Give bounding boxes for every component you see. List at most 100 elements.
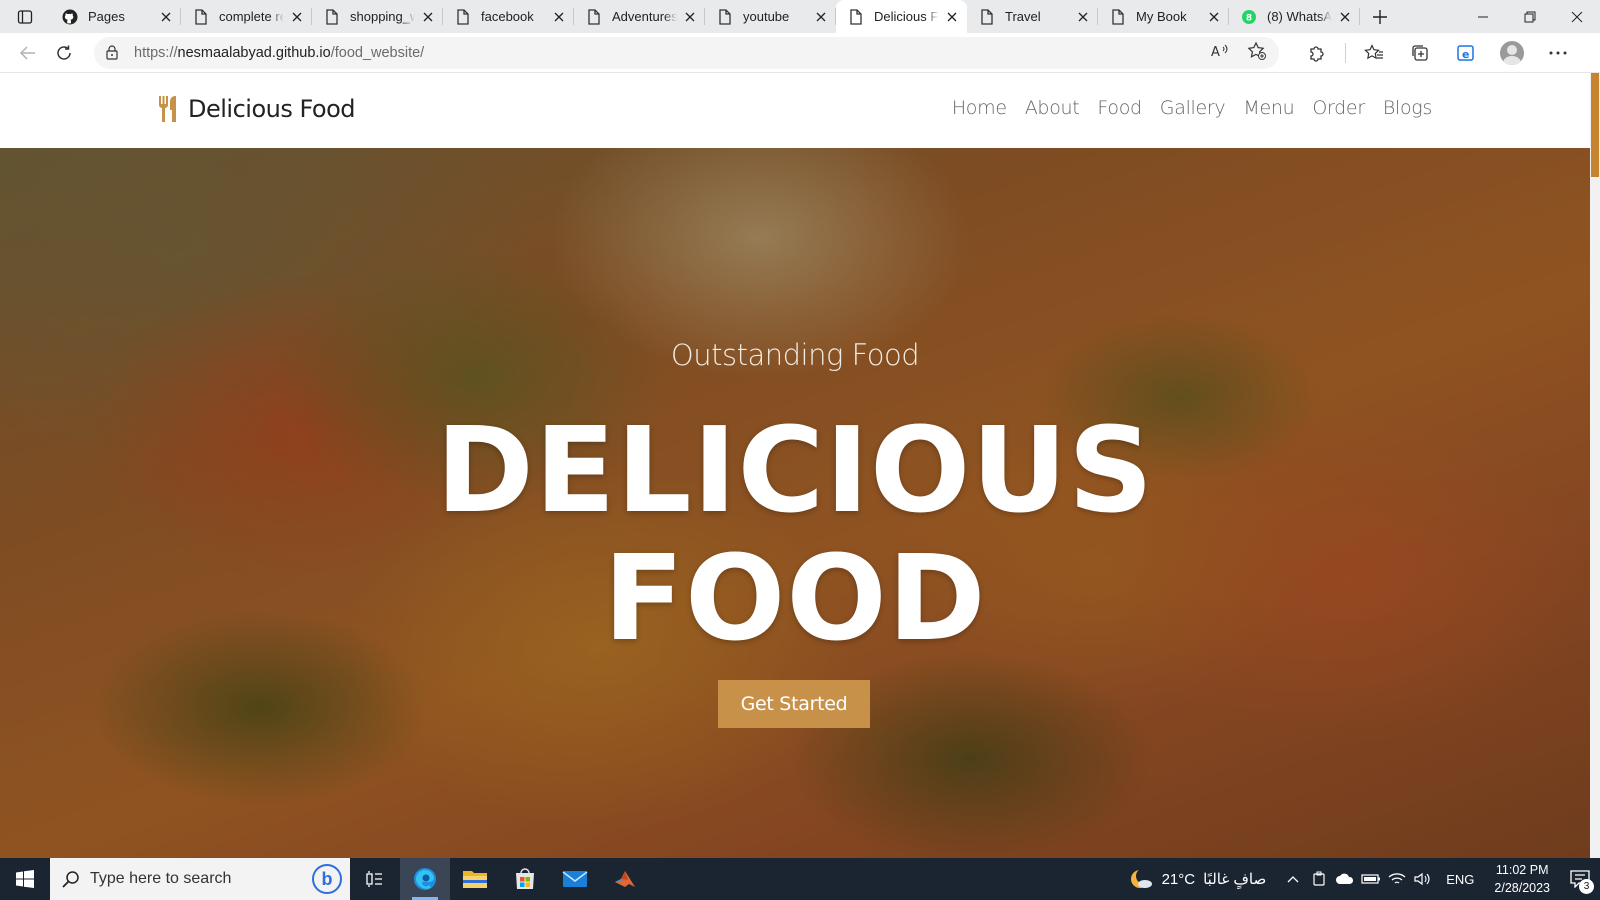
clock[interactable]: 11:02 PM 2/28/2023: [1494, 861, 1550, 897]
close-tab-icon[interactable]: [550, 8, 568, 26]
close-tab-icon[interactable]: [1074, 8, 1092, 26]
utensils-icon: [159, 96, 176, 122]
search-placeholder: Type here to search: [90, 870, 232, 887]
back-button[interactable]: [10, 37, 46, 69]
battery-icon[interactable]: [1359, 858, 1383, 900]
folder-icon: [463, 871, 487, 888]
more-options-icon: [1549, 51, 1567, 54]
page-icon: [848, 8, 864, 25]
weather-widget[interactable]: 21°C صافٍ غالبًا: [1128, 866, 1267, 892]
close-tab-icon[interactable]: [419, 8, 437, 26]
puzzle-icon: [1310, 45, 1324, 62]
tab-whatsapp[interactable]: 8 (8) WhatsAp: [1229, 0, 1360, 33]
show-hidden-icons-button[interactable]: [1281, 858, 1305, 900]
tab-facebook[interactable]: facebook: [443, 0, 574, 33]
nav-home[interactable]: Home: [952, 97, 1007, 119]
tab-adventures[interactable]: Adventures: [574, 0, 705, 33]
tab-title: My Book: [1136, 9, 1187, 24]
close-tab-icon[interactable]: [812, 8, 830, 26]
address-bar[interactable]: https://nesmaalabyad.github.io/food_webs…: [94, 36, 1279, 69]
page-icon: [979, 8, 995, 25]
nav-order[interactable]: Order: [1312, 97, 1365, 119]
taskbar-matlab[interactable]: [600, 858, 650, 900]
edge-browser-icon: [414, 868, 436, 890]
nav-gallery[interactable]: Gallery: [1160, 97, 1226, 119]
site-header: Delicious Food Home About Food Gallery M…: [0, 73, 1590, 148]
page-icon: [193, 8, 209, 25]
tab-travel[interactable]: Travel: [967, 0, 1098, 33]
minimize-button[interactable]: [1459, 0, 1506, 33]
settings-menu-button[interactable]: [1540, 37, 1576, 69]
hero-subtitle: Outstanding Food: [670, 338, 920, 372]
close-tab-icon[interactable]: [157, 8, 175, 26]
page-scrollbar[interactable]: [1590, 73, 1600, 858]
tab-my-book[interactable]: My Book: [1098, 0, 1229, 33]
favorites-button[interactable]: [1356, 37, 1392, 69]
refresh-button[interactable]: [46, 37, 82, 69]
weather-condition: صافٍ غالبًا: [1203, 871, 1267, 888]
browser-toolbar: https://nesmaalabyad.github.io/food_webs…: [0, 33, 1600, 73]
minimize-icon: [1477, 16, 1488, 17]
close-window-button[interactable]: [1553, 0, 1600, 33]
taskbar-mail[interactable]: [550, 858, 600, 900]
collections-button[interactable]: [1402, 37, 1438, 69]
tab-title: complete re: [219, 9, 284, 24]
tab-actions-button[interactable]: [0, 0, 50, 33]
task-view-icon: [366, 871, 382, 887]
start-button[interactable]: [0, 858, 50, 900]
bing-icon[interactable]: b: [312, 864, 342, 894]
tab-title: Pages: [88, 9, 125, 24]
tab-pages[interactable]: Pages: [50, 0, 181, 33]
taskbar-file-explorer[interactable]: [450, 858, 500, 900]
close-tab-icon[interactable]: [1336, 8, 1354, 26]
taskbar-store[interactable]: [500, 858, 550, 900]
back-arrow-icon: [19, 45, 35, 60]
close-tab-icon[interactable]: [943, 8, 961, 26]
tab-shopping[interactable]: shopping_w: [312, 0, 443, 33]
new-tab-button[interactable]: [1360, 0, 1400, 33]
get-started-button[interactable]: Get Started: [718, 680, 870, 728]
restore-button[interactable]: [1506, 0, 1553, 33]
extensions-button[interactable]: [1299, 37, 1335, 69]
matlab-icon: [615, 871, 635, 887]
tab-title: Adventures: [612, 9, 677, 24]
nav-about[interactable]: About: [1025, 97, 1080, 119]
notifications-button[interactable]: 3: [1560, 858, 1600, 900]
close-tab-icon[interactable]: [288, 8, 306, 26]
hero-section: Outstanding Food DELICIOUS FOOD Get Star…: [0, 148, 1590, 858]
hero-title-line-1: DELICIOUS: [435, 401, 1155, 539]
tab-youtube[interactable]: youtube: [705, 0, 836, 33]
page-icon: [717, 8, 733, 25]
window-controls: [1459, 0, 1600, 33]
scrollbar-thumb[interactable]: [1591, 73, 1599, 177]
close-tab-icon[interactable]: [681, 8, 699, 26]
taskbar-search[interactable]: Type here to search b: [50, 858, 350, 900]
nav-menu[interactable]: Menu: [1243, 97, 1294, 119]
tab-complete[interactable]: complete re: [181, 0, 312, 33]
taskbar-edge[interactable]: [400, 858, 450, 900]
clock-date: 2/28/2023: [1494, 881, 1550, 895]
nav-food[interactable]: Food: [1097, 97, 1142, 119]
close-tab-icon[interactable]: [1205, 8, 1223, 26]
volume-icon[interactable]: [1411, 858, 1435, 900]
add-favorite-icon[interactable]: [1247, 41, 1267, 65]
onedrive-icon[interactable]: [1333, 858, 1357, 900]
profile-button[interactable]: [1494, 37, 1530, 69]
system-tray: 21°C صافٍ غالبًا ENG 11:02 PM 2/28/2023 …: [1128, 858, 1600, 900]
read-aloud-icon[interactable]: A: [1211, 43, 1229, 63]
close-icon: [1571, 11, 1582, 22]
wifi-icon[interactable]: [1385, 858, 1409, 900]
nav-blogs[interactable]: Blogs: [1383, 97, 1432, 119]
edge-app-button[interactable]: e: [1448, 37, 1484, 69]
input-language[interactable]: ENG: [1446, 872, 1474, 887]
task-view-button[interactable]: [350, 858, 400, 900]
url-host: nesmaalabyad.github.io: [177, 44, 331, 61]
tab-delicious-food[interactable]: Delicious Fo: [836, 0, 967, 33]
weather-moon-icon: [1130, 868, 1152, 888]
page-icon: [455, 8, 471, 25]
search-icon: [62, 871, 79, 888]
meet-now-icon[interactable]: [1307, 858, 1331, 900]
site-logo[interactable]: Delicious Food: [158, 95, 356, 123]
web-page: Delicious Food Home About Food Gallery M…: [0, 73, 1600, 858]
lock-icon: [106, 45, 118, 60]
